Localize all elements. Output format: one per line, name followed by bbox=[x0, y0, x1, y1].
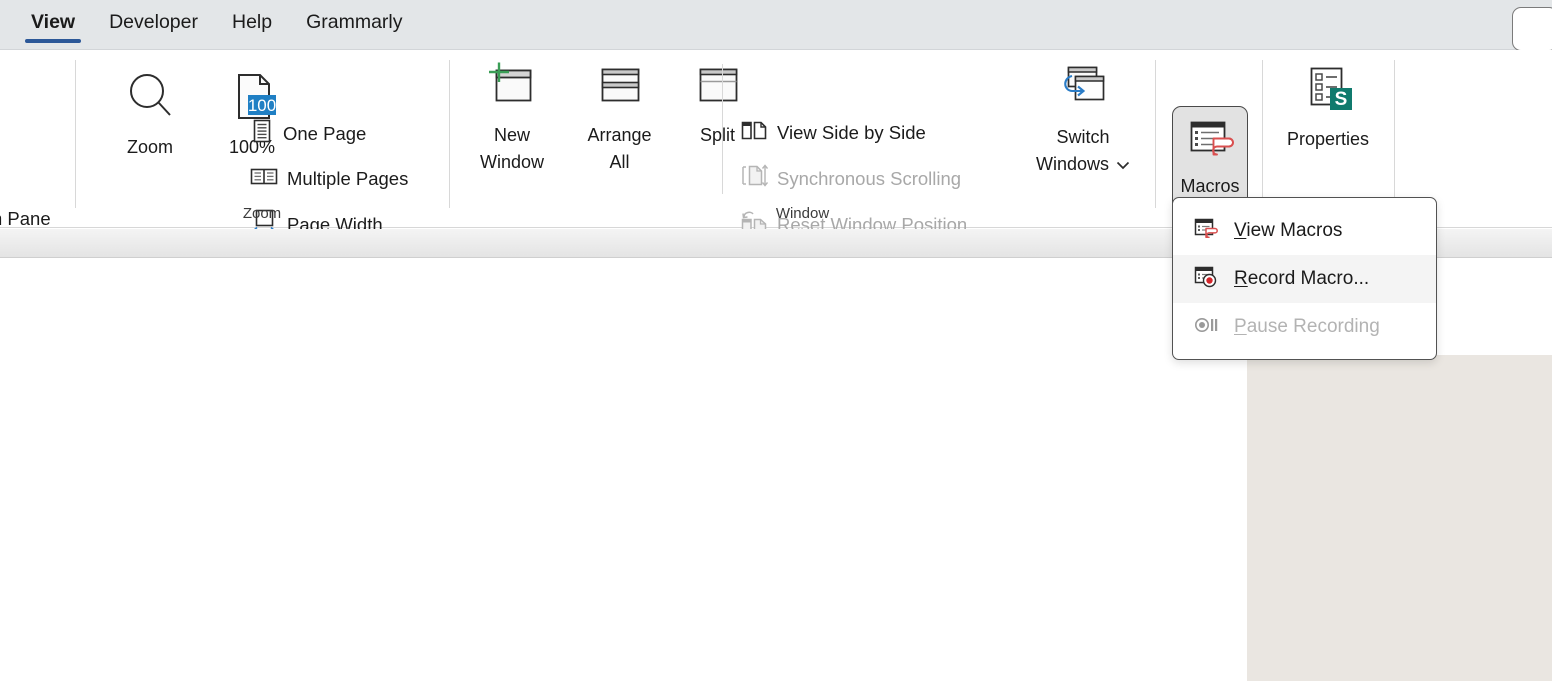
tab-list: View Developer Help Grammarly bbox=[0, 0, 1552, 50]
page-margin-area bbox=[1247, 355, 1552, 681]
tab-grammarly[interactable]: Grammarly bbox=[289, 0, 419, 50]
switch-windows-label-line2: Windows bbox=[1035, 154, 1110, 174]
group-divider-4 bbox=[1262, 60, 1263, 208]
split-icon bbox=[690, 62, 746, 117]
multiple-pages-icon bbox=[250, 163, 278, 194]
view-side-by-side-item[interactable]: View Side by Side bbox=[740, 118, 926, 147]
navigation-pane-item[interactable]: n Pane bbox=[0, 208, 51, 230]
one-page-label: One Page bbox=[283, 122, 367, 144]
pause-recording-icon bbox=[1193, 313, 1219, 342]
arrange-all-icon bbox=[592, 62, 648, 117]
menu-item-view-macros-label: View Macros bbox=[1234, 220, 1342, 242]
window-control-button[interactable] bbox=[1512, 7, 1552, 51]
menu-item-pause-recording[interactable]: Pause Recording bbox=[1173, 303, 1436, 351]
menu-item-view-macros[interactable]: View Macros bbox=[1173, 207, 1436, 255]
properties-button-label: Properties bbox=[1286, 129, 1370, 149]
properties-icon: S bbox=[1299, 64, 1357, 121]
multiple-pages-item[interactable]: Multiple Pages bbox=[250, 163, 408, 194]
accel-p: P bbox=[1234, 316, 1247, 337]
zoom-button-label: Zoom bbox=[126, 137, 173, 157]
group-divider-5 bbox=[1394, 60, 1395, 208]
properties-button[interactable]: S Properties bbox=[1272, 64, 1384, 153]
tab-grammarly-label: Grammarly bbox=[306, 11, 403, 33]
new-window-label-line1: New bbox=[493, 125, 530, 145]
one-page-item[interactable]: One Page bbox=[250, 118, 366, 149]
chevron-down-icon bbox=[1116, 150, 1130, 178]
one-page-icon bbox=[250, 118, 274, 149]
menu-item-record-macro-label: Record Macro... bbox=[1234, 268, 1369, 290]
tab-view[interactable]: View bbox=[14, 0, 92, 50]
synchronous-scrolling-icon bbox=[740, 163, 769, 194]
accel-r: R bbox=[1234, 268, 1248, 289]
view-macros-rest: iew Macros bbox=[1246, 220, 1343, 241]
ribbon-group-zoom: Zoom 100 100% One Page Multiple Pages Pa… bbox=[76, 50, 448, 236]
tab-help[interactable]: Help bbox=[215, 0, 289, 50]
menu-item-pause-recording-label: Pause Recording bbox=[1234, 316, 1380, 338]
tab-view-label: View bbox=[31, 11, 76, 33]
view-side-by-side-icon bbox=[740, 118, 768, 147]
new-window-icon bbox=[484, 62, 540, 117]
active-tab-indicator bbox=[25, 39, 82, 43]
switch-windows-icon bbox=[1052, 62, 1114, 119]
zoom-group-label: Zoom bbox=[242, 205, 282, 222]
macros-dropdown-menu: View Macros Record Macro... Pause Record… bbox=[1172, 197, 1437, 360]
split-label: Split bbox=[699, 125, 735, 145]
macros-icon bbox=[1183, 118, 1237, 171]
group-divider-3 bbox=[1155, 60, 1156, 208]
menu-item-record-macro[interactable]: Record Macro... bbox=[1173, 255, 1436, 303]
record-macro-rest: ecord Macro... bbox=[1247, 268, 1370, 289]
accel-v: V bbox=[1234, 220, 1247, 241]
ribbon-tab-bar: View Developer Help Grammarly bbox=[0, 0, 1552, 51]
ribbon-group-window: New Window Arrange All Split View Side b… bbox=[450, 50, 1155, 235]
synchronous-scrolling-label: Synchronous Scrolling bbox=[777, 167, 962, 189]
record-macro-icon bbox=[1193, 265, 1219, 294]
window-group-label: Window bbox=[775, 205, 830, 222]
macros-button-label: Macros bbox=[1180, 176, 1240, 196]
tab-developer-label: Developer bbox=[109, 11, 198, 33]
synchronous-scrolling-item[interactable]: Synchronous Scrolling bbox=[740, 163, 961, 194]
multiple-pages-label: Multiple Pages bbox=[287, 167, 409, 189]
new-window-button[interactable]: New Window bbox=[462, 62, 562, 176]
arrange-all-label-line2: All bbox=[609, 152, 630, 172]
tab-developer[interactable]: Developer bbox=[92, 0, 215, 50]
zoom-button[interactable]: Zoom bbox=[100, 68, 200, 161]
arrange-all-button[interactable]: Arrange All bbox=[567, 62, 672, 176]
switch-windows-label-line1: Switch bbox=[1056, 127, 1110, 147]
view-macros-icon bbox=[1193, 217, 1219, 246]
switch-windows-label-line2-row: Windows bbox=[1036, 150, 1130, 178]
view-side-by-side-label: View Side by Side bbox=[777, 121, 926, 143]
tab-help-label: Help bbox=[231, 11, 273, 33]
arrange-all-label-line1: Arrange bbox=[587, 125, 652, 145]
svg-text:S: S bbox=[1335, 89, 1348, 110]
pause-recording-rest: ause Recording bbox=[1246, 316, 1380, 337]
magnifier-icon bbox=[122, 68, 178, 129]
window-inner-divider bbox=[722, 64, 723, 194]
switch-windows-button[interactable]: Switch Windows bbox=[1015, 62, 1151, 178]
new-window-label-line2: Window bbox=[479, 152, 545, 172]
svg-text:100: 100 bbox=[248, 96, 276, 115]
navigation-pane-label: n Pane bbox=[0, 208, 51, 229]
